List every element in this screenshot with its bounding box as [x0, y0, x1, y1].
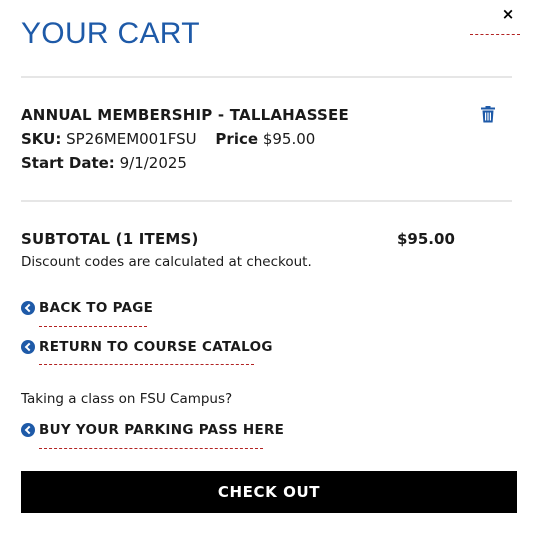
start-date-label: Start Date:: [21, 154, 115, 172]
trash-icon[interactable]: [480, 106, 496, 123]
price-value: $95.00: [262, 130, 316, 148]
cart-item-sku-price: SKU: SP26MEM001FSU Price $95.00: [21, 130, 315, 148]
back-to-page-underline: [39, 326, 147, 327]
return-to-catalog-link[interactable]: RETURN TO COURSE CATALOG: [21, 337, 273, 357]
sku-label: SKU:: [21, 130, 62, 148]
parking-pass-label: BUY YOUR PARKING PASS HERE: [39, 422, 285, 438]
start-date-value: 9/1/2025: [119, 154, 187, 172]
discount-note: Discount codes are calculated at checkou…: [21, 254, 312, 270]
divider-bottom: [21, 200, 512, 202]
back-to-page-label: BACK TO PAGE: [39, 300, 154, 316]
cart-panel: YOUR CART × ANNUAL MEMBERSHIP - TALLAHAS…: [0, 0, 534, 544]
return-to-catalog-label: RETURN TO COURSE CATALOG: [39, 339, 273, 355]
subtotal-label: SUBTOTAL (1 ITEMS): [21, 230, 199, 248]
back-to-page-link[interactable]: BACK TO PAGE: [21, 298, 153, 318]
cart-item-name: ANNUAL MEMBERSHIP - TALLAHASSEE: [21, 106, 349, 124]
chevron-left-icon: [21, 423, 35, 437]
cart-title: YOUR CART: [21, 17, 200, 50]
close-icon[interactable]: ×: [500, 6, 516, 22]
return-to-catalog-underline: [39, 364, 254, 365]
parking-pass-underline: [39, 448, 263, 449]
chevron-left-icon: [21, 301, 35, 315]
price-label: Price: [215, 130, 259, 148]
cart-item-start-date: Start Date: 9/1/2025: [21, 154, 187, 172]
campus-question: Taking a class on FSU Campus?: [21, 391, 233, 407]
close-underline: [470, 34, 520, 35]
checkout-button[interactable]: CHECK OUT: [21, 471, 517, 513]
divider-top: [21, 76, 512, 78]
subtotal-value: $95.00: [397, 230, 455, 248]
chevron-left-icon: [21, 340, 35, 354]
parking-pass-link[interactable]: BUY YOUR PARKING PASS HERE: [21, 420, 284, 440]
sku-value: SP26MEM001FSU: [66, 130, 197, 148]
